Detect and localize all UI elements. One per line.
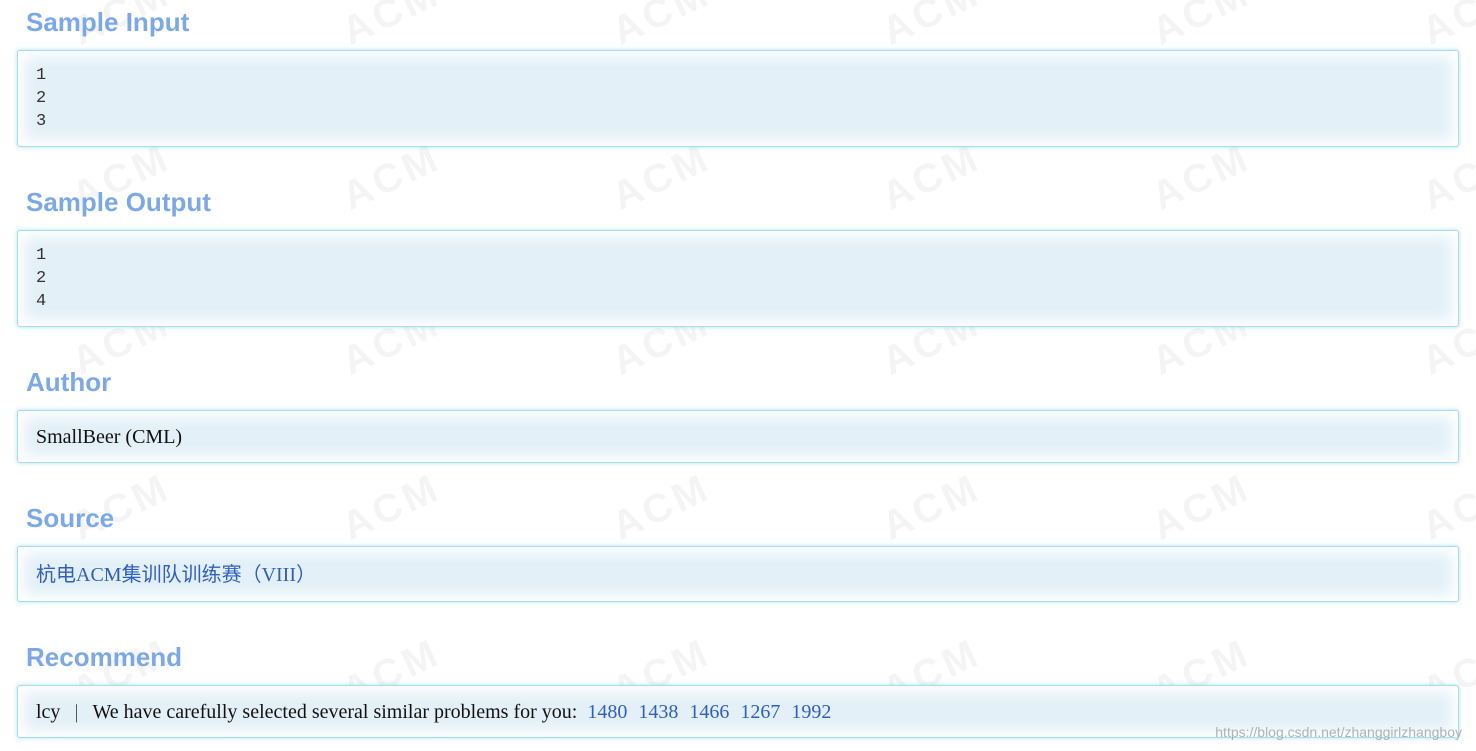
watermark-text: ACM [1145,0,1257,55]
sample-input-heading: Sample Input [26,7,190,37]
recommend-user: lcy [36,701,61,723]
recommend-problem-link[interactable]: 1992 [791,701,831,723]
sample-output-line: 2 [36,269,47,288]
recommend-separator: | [74,701,79,723]
sample-output-panel[interactable]: 1 2 4 [17,230,1459,327]
sample-input-line: 3 [36,112,47,131]
recommend-problem-link[interactable]: 1480 [587,701,627,723]
sample-input-line: 2 [36,89,47,108]
recommend-problem-link[interactable]: 1466 [689,701,729,723]
watermark-text: ACM [875,135,987,219]
author-name: SmallBeer (CML) [36,426,183,448]
sample-output-line: 1 [36,246,47,265]
source-panel: 杭电ACM集训队训练赛（VIII） [17,546,1459,602]
sample-input-line: 1 [36,66,47,85]
watermark-text: ACM [335,0,447,55]
author-heading: Author [26,367,112,397]
watermark-text: ACM [605,465,717,549]
watermark-text: ACM [605,135,717,219]
watermark-text: ACM [1415,465,1476,549]
recommend-problem-link[interactable]: 1267 [740,701,780,723]
watermark-text: ACM [1145,465,1257,549]
recommend-panel: lcy | We have carefully selected several s… [17,685,1459,738]
watermark-text: ACM [1415,135,1476,219]
recommend-message: We have carefully selected several simil… [92,701,578,723]
watermark-text: ACM [875,465,987,549]
source-heading: Source [26,503,115,533]
watermark-text: ACM [1415,0,1476,55]
recommend-problem-list: 1480 1438 1466 1267 1992 [587,701,837,723]
watermark-text: ACM [335,135,447,219]
watermark-text: ACM [875,0,987,55]
author-panel: SmallBeer (CML) [17,410,1459,463]
sample-output-line: 4 [36,292,47,311]
watermark-text: ACM [335,465,447,549]
watermark-text: ACM [1145,135,1257,219]
source-link[interactable]: 杭电ACM集训队训练赛（VIII） [36,564,316,586]
watermark-text: ACM [605,0,717,55]
sample-input-panel[interactable]: 1 2 3 [17,50,1459,147]
recommend-problem-link[interactable]: 1438 [638,701,678,723]
recommend-heading: Recommend [26,642,183,672]
sample-output-heading: Sample Output [26,187,211,217]
